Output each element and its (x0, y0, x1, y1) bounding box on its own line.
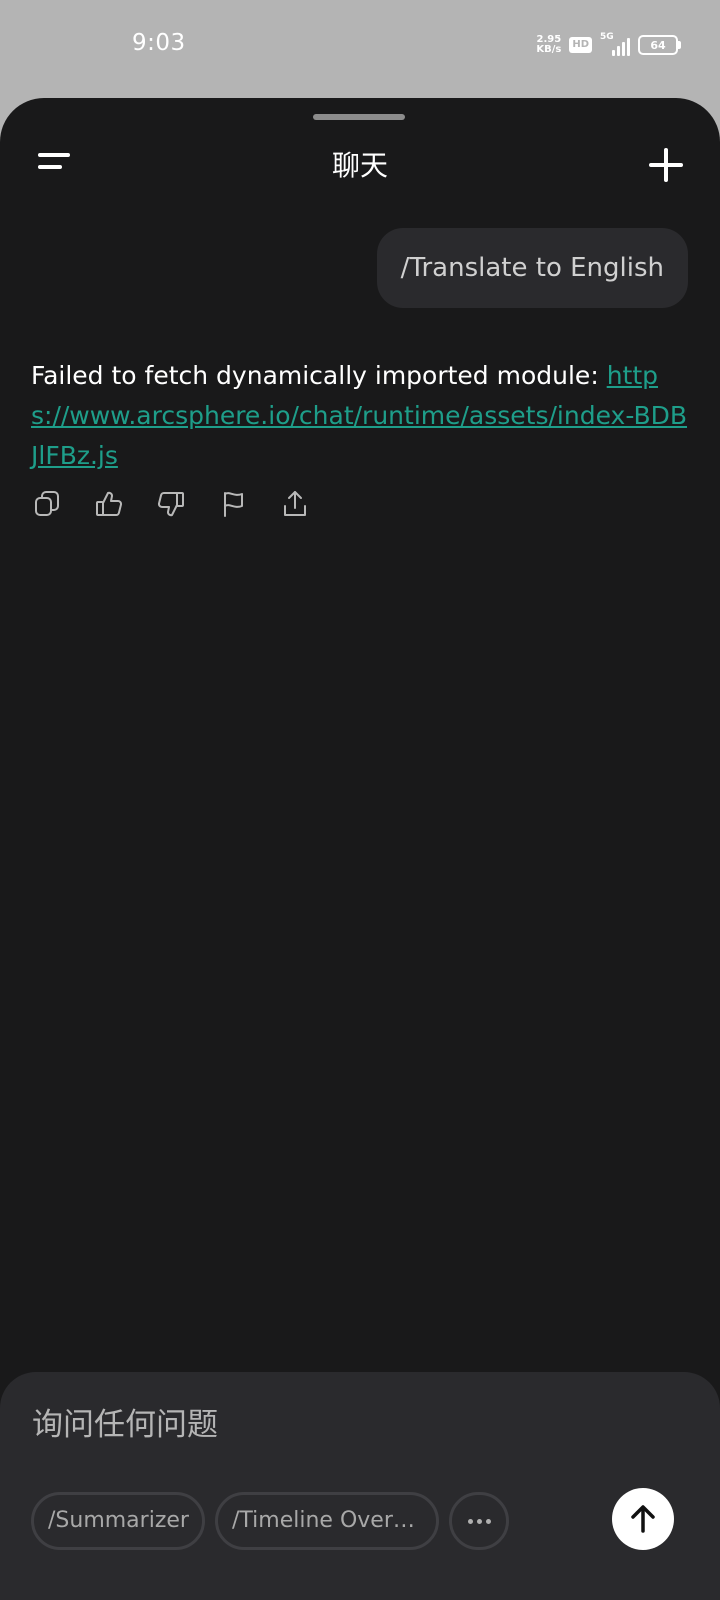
message-actions (31, 488, 311, 520)
send-button[interactable] (612, 1488, 674, 1550)
menu-line (38, 153, 70, 157)
flag-icon[interactable] (217, 488, 249, 520)
status-indicators: 2.95 KB/s HD 5G 64 (536, 32, 681, 56)
dot (485, 1518, 491, 1524)
thumbs-up-icon[interactable] (93, 488, 125, 520)
chip-timeline-overview[interactable]: /Timeline Overv… (215, 1492, 439, 1550)
assistant-message-text: Failed to fetch dynamically imported mod… (31, 361, 607, 390)
status-bar: 9:03 2.95 KB/s HD 5G 64 (0, 0, 720, 98)
signal-bar (617, 46, 620, 56)
menu-line (38, 165, 62, 169)
more-dots-icon[interactable] (449, 1492, 509, 1550)
network-speed: 2.95 KB/s (536, 35, 561, 55)
signal-bar (627, 38, 630, 56)
new-chat-button[interactable] (642, 142, 690, 190)
arrow-up-icon (631, 1505, 655, 1533)
menu-button[interactable] (30, 146, 78, 186)
chip-summarizer[interactable]: /Summarizer (31, 1492, 205, 1550)
user-message-bubble: /Translate to English (376, 228, 688, 308)
signal-bar (612, 50, 615, 56)
thumbs-down-icon[interactable] (155, 488, 187, 520)
drag-handle[interactable] (313, 114, 405, 120)
signal-bar (622, 42, 625, 56)
network-speed-unit: KB/s (536, 44, 562, 55)
battery-level: 64 (650, 38, 666, 52)
composer: /Summarizer /Timeline Overv… (0, 1372, 720, 1600)
share-icon[interactable] (279, 488, 311, 520)
hd-icon: HD (569, 37, 592, 53)
page-title: 聊天 (331, 149, 388, 182)
dot (476, 1518, 482, 1524)
battery-icon: 64 (638, 35, 681, 55)
chat-sheet: 聊天 /Translate to English Failed to fetch… (0, 98, 720, 1600)
network-type: 5G (600, 32, 614, 42)
status-time: 9:03 (132, 30, 186, 56)
plus-icon (649, 163, 683, 167)
message-input[interactable] (32, 1400, 672, 1450)
assistant-message: Failed to fetch dynamically imported mod… (31, 356, 691, 476)
dot (467, 1518, 473, 1524)
signal-icon: 5G (600, 32, 630, 56)
copy-icon[interactable] (31, 488, 63, 520)
prompt-chips: /Summarizer /Timeline Overv… (31, 1492, 509, 1550)
